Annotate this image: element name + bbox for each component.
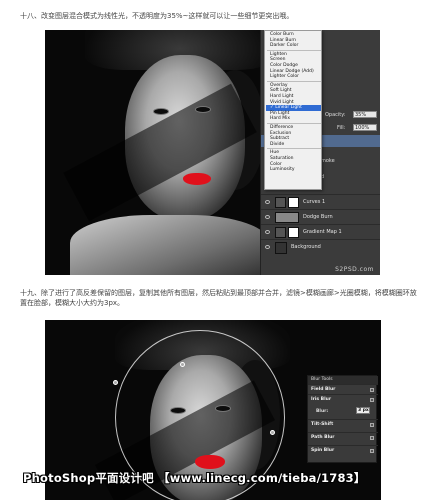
blend-mode-item[interactable]: Luminosity (270, 167, 322, 173)
menu-separator (267, 123, 321, 124)
blend-mode-item[interactable]: Darker Color (270, 43, 322, 49)
checkbox[interactable] (370, 398, 374, 402)
blur-pin-handle[interactable] (270, 430, 275, 435)
layer-dodge-burn[interactable]: Dodge Burn (261, 209, 380, 224)
blend-mode-item[interactable]: Hard Mix (270, 116, 322, 122)
layer-name: Background (291, 244, 321, 250)
adjustment-thumb (275, 197, 286, 208)
layer-background[interactable]: Background (261, 239, 380, 256)
visibility-eye-icon[interactable] (265, 215, 270, 219)
path-blur-section[interactable]: Path Blur (308, 432, 378, 442)
blend-mode-menu[interactable]: Color Burn Linear Burn Darker Color Lighten… (264, 30, 322, 190)
step-19-text: 十九、除了进行了高反差保留的图层，复制其他所有图层，然后粘贴到最顶部并合并，滤镜… (20, 289, 417, 307)
field-blur-section[interactable]: Field Blur (308, 384, 378, 394)
blur-tools-panel: Blur Tools Field Blur Iris Blur Blur: 3 … (307, 375, 378, 463)
adjustment-thumb (275, 227, 286, 238)
layer-name: Curves 1 (303, 199, 326, 205)
layer-thumb (275, 212, 299, 223)
right-eye (195, 106, 211, 113)
image-thumb (275, 242, 287, 254)
checkbox[interactable] (370, 423, 374, 427)
step-18-text: 十八、改变图层混合模式为线性光，不透明度为35%~这样就可以让一些细节更突出哦。 (20, 12, 294, 20)
mask-thumb (288, 197, 299, 208)
portrait-photo-1: Opacity: 35% Fill: 100% moke d Curves 1 … (45, 30, 380, 275)
menu-separator (267, 49, 321, 51)
collar (70, 215, 270, 275)
blur-amount-field[interactable]: 3 px (356, 407, 370, 414)
visibility-eye-icon[interactable] (265, 245, 270, 249)
layer-name: Gradient Map 1 (303, 229, 342, 235)
blur-pin-handle[interactable] (113, 380, 118, 385)
red-lips (183, 173, 211, 185)
opacity-field[interactable]: 35% (353, 111, 377, 118)
forum-caption: PhotoShop平面设计吧 【www.linecg.com/tieba/178… (23, 471, 366, 485)
watermark: S2PSD.com (335, 266, 374, 273)
tilt-shift-section[interactable]: Tilt-Shift (308, 419, 378, 429)
layer-curves[interactable]: Curves 1 (261, 194, 380, 209)
left-eye (153, 108, 169, 115)
checkbox[interactable] (370, 388, 374, 392)
blur-pin-handle[interactable] (180, 362, 185, 367)
visibility-eye-icon[interactable] (265, 200, 270, 204)
menu-separator (267, 80, 321, 82)
layer-gradient-map[interactable]: Gradient Map 1 (261, 224, 380, 239)
spin-blur-section[interactable]: Spin Blur (308, 445, 378, 455)
checkbox[interactable] (370, 449, 374, 453)
checkbox[interactable] (370, 436, 374, 440)
blend-mode-item[interactable]: Lighter Color (270, 74, 322, 80)
fill-label: Fill: (337, 125, 346, 131)
fill-field[interactable]: 100% (353, 124, 377, 131)
partial-layer-label: moke (321, 158, 335, 164)
iris-blur-section[interactable]: Iris Blur Blur: 3 px (308, 394, 378, 418)
blend-mode-item[interactable]: Divide (270, 142, 322, 148)
blur-tools-title: Blur Tools (308, 376, 378, 384)
mask-thumb (288, 227, 299, 238)
visibility-eye-icon[interactable] (265, 230, 270, 234)
opacity-label: Opacity: (325, 112, 346, 118)
layer-name: Dodge Burn (303, 214, 333, 220)
blur-label: Blur: (316, 409, 329, 414)
